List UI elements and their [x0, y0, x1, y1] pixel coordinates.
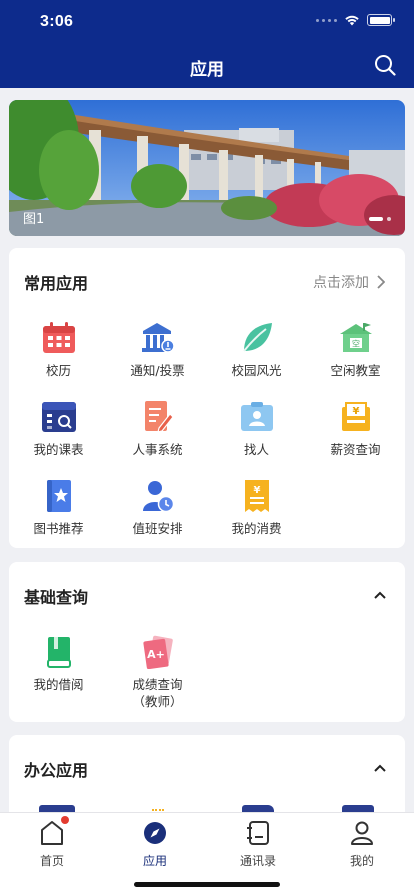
app-item-calendar[interactable]: 校历 [9, 318, 108, 379]
address-book-icon [244, 819, 272, 847]
app-label: 我的消费 [231, 521, 282, 536]
app-item-my-consumption[interactable]: ¥ 我的消费 [207, 476, 306, 537]
app-label: 通知/投票 [130, 363, 185, 378]
app-item-book-recommend[interactable]: 图书推荐 [9, 476, 108, 537]
app-label: 值班安排 [132, 521, 183, 536]
green-book-icon [39, 632, 79, 672]
app-label: 校历 [45, 363, 71, 378]
campus-banner[interactable]: 图1 [9, 100, 405, 236]
app-item-my-borrowing[interactable]: 我的借阅 [9, 632, 108, 693]
app-label: 找人 [243, 442, 269, 457]
app-item-find-people[interactable]: 找人 [207, 397, 306, 458]
tab-apps[interactable]: 应用 [103, 819, 207, 869]
grade-label-line2: （教师） [132, 694, 183, 709]
chevron-up-icon[interactable] [373, 588, 387, 602]
status-time: 3:06 [40, 13, 74, 30]
app-label: 薪资查询 [330, 442, 381, 457]
tab-label: 通讯录 [239, 854, 276, 868]
campus-photo [9, 100, 405, 236]
app-item-notice-vote[interactable]: 通知/投票 [108, 318, 207, 379]
common-apps-card: 常用应用 点击添加 校历 通知/投票 校园风光 空 空闲教室 我的课表 人事系统… [9, 248, 405, 548]
app-item-duty-schedule[interactable]: 值班安排 [108, 476, 207, 537]
section-title: 基础查询 [24, 588, 89, 607]
top-bar: 3:06 应用 [0, 0, 414, 88]
receipt-yuan-icon: ¥ [237, 476, 277, 516]
tab-contacts[interactable]: 通讯录 [206, 819, 310, 869]
app-label: 我的课表 [33, 442, 84, 457]
section-title: 常用应用 [24, 274, 89, 293]
bottom-tab-bar: 首页 应用 通讯录 我的 [0, 812, 414, 896]
svg-text:空: 空 [352, 339, 360, 349]
salary-icon: ¥ [336, 397, 376, 437]
grade-card-icon: A+ [138, 632, 178, 672]
add-app-link[interactable]: 点击添加 [313, 272, 385, 292]
home-indicator [134, 882, 280, 887]
svg-text:A+: A+ [147, 648, 165, 661]
page-title: 应用 [190, 60, 224, 80]
app-label: 成绩查询 （教师） [132, 676, 182, 710]
status-icons [316, 14, 395, 26]
home-icon [38, 816, 69, 847]
tab-me[interactable]: 我的 [310, 819, 414, 869]
section-title: 办公应用 [24, 761, 89, 780]
building-notify-icon [138, 318, 178, 358]
contact-card-icon [237, 397, 277, 437]
app-label: 校园风光 [231, 363, 282, 378]
search-icon[interactable] [374, 54, 396, 76]
calendar-icon [39, 318, 79, 358]
wifi-icon [345, 15, 359, 26]
chevron-up-icon[interactable] [373, 761, 387, 775]
app-item-campus-scenery[interactable]: 校园风光 [207, 318, 306, 379]
leaf-icon [237, 318, 277, 358]
classroom-icon: 空 [336, 318, 376, 358]
app-item-salary-query[interactable]: ¥ 薪资查询 [306, 397, 405, 458]
grade-label-line1: 成绩查询 [132, 677, 183, 692]
app-item-my-timetable[interactable]: 我的课表 [9, 397, 108, 458]
app-label: 人事系统 [132, 442, 183, 457]
notification-badge [61, 816, 69, 824]
app-label: 图书推荐 [33, 521, 84, 536]
svg-text:¥: ¥ [352, 406, 359, 417]
app-item-hr-system[interactable]: 人事系统 [108, 397, 207, 458]
app-label: 我的借阅 [33, 677, 84, 692]
book-star-icon [39, 476, 79, 516]
compass-icon [141, 819, 169, 847]
banner-caption: 图1 [23, 212, 45, 227]
duty-person-clock-icon [138, 476, 178, 516]
hr-document-icon [138, 397, 178, 437]
user-icon [348, 819, 376, 847]
tab-label: 首页 [39, 854, 64, 868]
battery-icon [367, 14, 395, 26]
timetable-icon [39, 397, 79, 437]
tab-home[interactable]: 首页 [0, 816, 104, 869]
carousel-indicator[interactable] [369, 217, 391, 221]
signal-icon [316, 18, 337, 22]
svg-text:¥: ¥ [253, 485, 260, 496]
app-item-free-classroom[interactable]: 空 空闲教室 [306, 318, 405, 379]
app-label: 空闲教室 [330, 363, 381, 378]
chevron-right-icon [377, 275, 385, 289]
basic-query-card: 基础查询 我的借阅 A+ 成绩查询 （教师） [9, 562, 405, 722]
add-app-label: 点击添加 [313, 275, 369, 291]
tab-label: 应用 [142, 854, 167, 868]
tab-label: 我的 [349, 854, 374, 868]
app-item-grade-query[interactable]: A+ 成绩查询 （教师） [108, 632, 207, 710]
